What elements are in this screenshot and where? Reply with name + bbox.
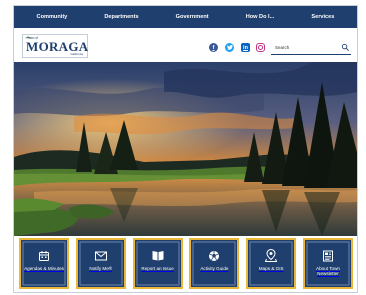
instagram-icon[interactable] xyxy=(256,43,265,52)
map-pin-icon xyxy=(265,249,278,262)
nav-community[interactable]: Community xyxy=(37,14,68,20)
hero-image xyxy=(14,62,357,236)
search-icon[interactable] xyxy=(341,43,350,52)
tile-label: Notify Me® xyxy=(89,266,113,271)
search-input[interactable] xyxy=(271,42,337,53)
search-box xyxy=(271,41,351,55)
tile-label: Maps & GIS xyxy=(258,266,284,271)
town-logo[interactable]: Town of MORAGA California xyxy=(22,34,88,58)
nav-how-do-i[interactable]: How Do I... xyxy=(246,14,275,20)
tile-label: Agendas & Minutes xyxy=(24,266,64,271)
tile-label: Report an Issue xyxy=(141,266,174,271)
quick-links: Agendas & Minutes Notify Me® Report an I… xyxy=(19,238,353,291)
quick-links-band: Agendas & Minutes Notify Me® Report an I… xyxy=(14,236,357,292)
logo-suffix: California xyxy=(70,52,83,56)
tile-label: Activity Guide xyxy=(200,266,229,271)
site-header: Town of MORAGA California f in xyxy=(14,28,357,62)
envelope-icon xyxy=(94,249,107,262)
nav-government[interactable]: Government xyxy=(176,14,209,20)
twitter-icon[interactable] xyxy=(225,43,234,52)
newsletter-icon xyxy=(321,249,334,262)
book-icon xyxy=(151,249,164,262)
browser-page: Community Departments Government How Do … xyxy=(13,5,358,293)
linkedin-icon[interactable]: in xyxy=(241,43,250,52)
landscape-photo xyxy=(14,62,357,236)
tile-report-an-issue[interactable]: Report an Issue xyxy=(132,238,183,289)
soccer-ball-icon xyxy=(208,249,221,262)
tile-agendas-minutes[interactable]: Agendas & Minutes xyxy=(19,238,69,289)
nav-departments[interactable]: Departments xyxy=(104,14,138,20)
tile-activity-guide[interactable]: Activity Guide xyxy=(189,238,240,289)
main-navigation: Community Departments Government How Do … xyxy=(14,6,357,28)
nav-services[interactable]: Services xyxy=(311,14,334,20)
tile-label: About Town Newsletter xyxy=(316,266,340,277)
tile-notify-me[interactable]: Notify Me® xyxy=(75,238,126,289)
calendar-icon xyxy=(38,249,51,262)
facebook-icon[interactable]: f xyxy=(209,43,218,52)
tile-maps-gis[interactable]: Maps & GIS xyxy=(246,238,297,289)
tile-about-town-newsletter[interactable]: About Town Newsletter xyxy=(302,238,353,289)
